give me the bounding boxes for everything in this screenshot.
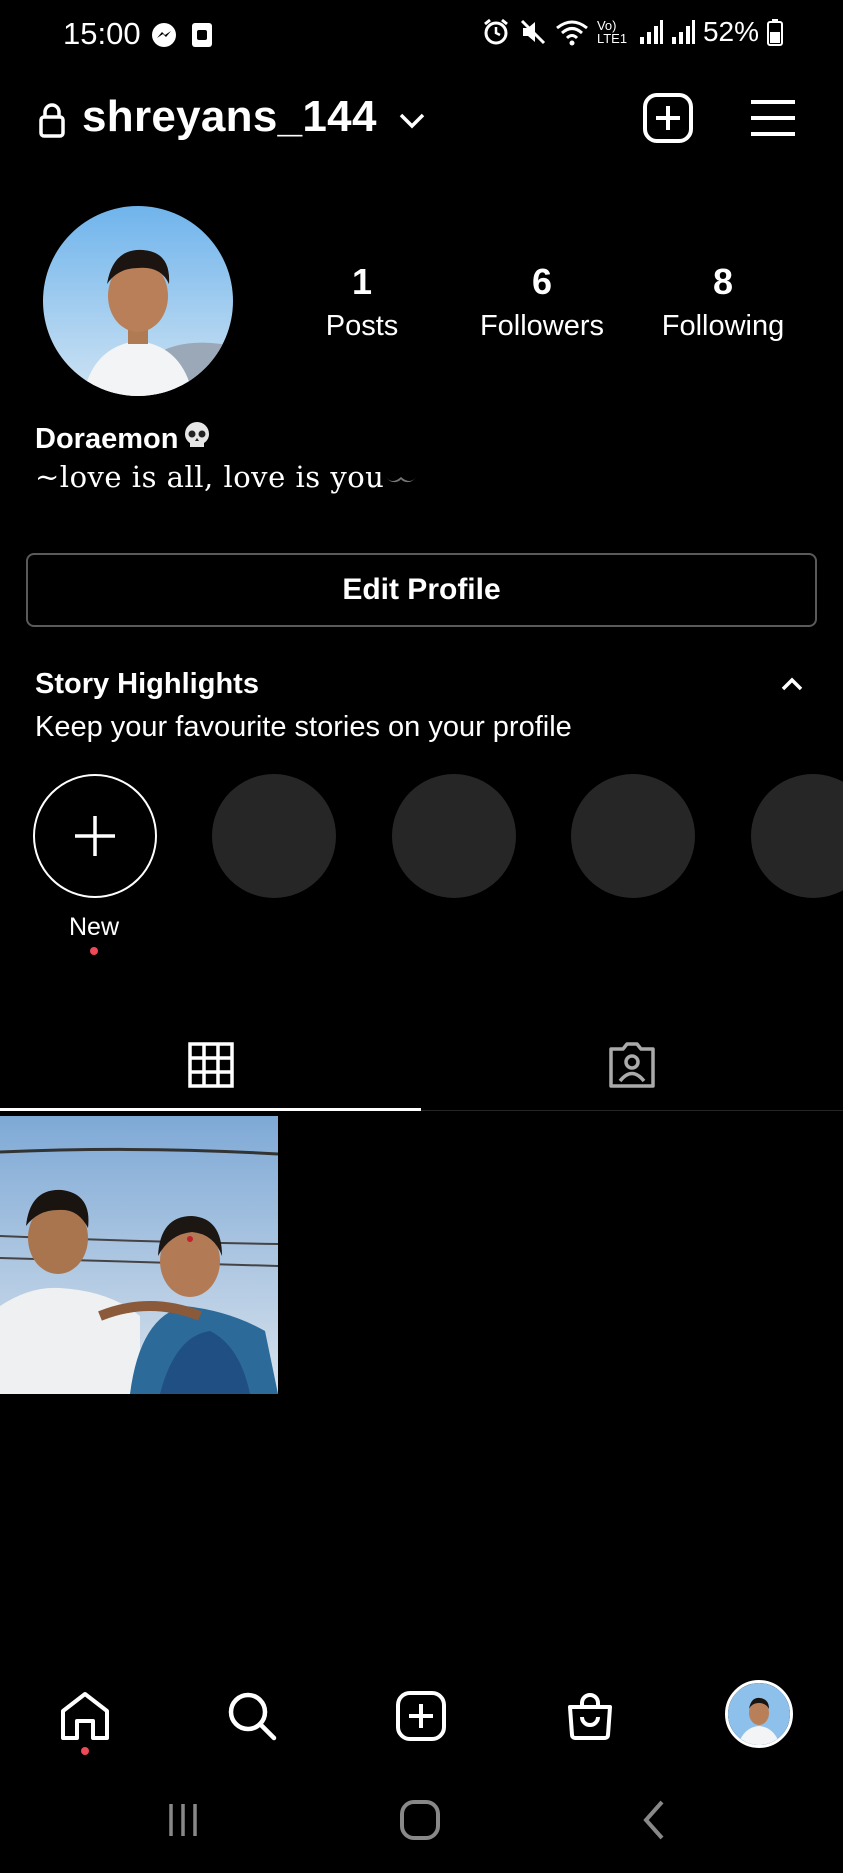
shop-icon — [568, 1693, 612, 1740]
home-icon — [61, 1692, 109, 1740]
chevron-down-icon[interactable] — [398, 112, 426, 135]
following-count: 8 — [712, 261, 734, 302]
nav-create[interactable] — [391, 1686, 451, 1746]
search-icon — [228, 1692, 277, 1741]
highlight-placeholder — [751, 774, 843, 898]
wifi-icon — [555, 18, 589, 46]
nav-home[interactable] — [55, 1686, 115, 1746]
following-stat[interactable]: 8 Following — [633, 258, 813, 343]
mute-icon — [519, 18, 547, 46]
battery-icon — [767, 18, 783, 46]
following-label: Following — [661, 310, 785, 342]
recent-apps-icon — [169, 1804, 197, 1836]
status-bar: 15:00 Vo) LTE1 52% — [0, 0, 843, 72]
signal-icon — [639, 19, 663, 45]
new-highlight-label: New — [68, 913, 119, 941]
posts-label: Posts — [325, 310, 399, 342]
new-post-icon — [643, 93, 693, 143]
post-thumbnail[interactable] — [0, 1116, 278, 1394]
display-name: Doraemon — [35, 422, 179, 455]
back-button[interactable] — [625, 1795, 685, 1845]
tab-posts-grid[interactable] — [0, 1020, 421, 1110]
lock-icon — [38, 102, 66, 143]
skull-emoji — [182, 420, 212, 458]
posts-count: 1 — [351, 261, 373, 302]
grid-icon — [187, 1042, 234, 1088]
bio-row: ~love is all, love is you — [35, 460, 418, 494]
new-post-button[interactable] — [642, 92, 694, 144]
nav-search[interactable] — [222, 1686, 282, 1746]
alarm-icon — [481, 17, 511, 47]
menu-icon — [751, 100, 795, 136]
profile-avatar[interactable] — [43, 206, 233, 396]
screenshot-icon — [191, 22, 213, 53]
nav-shop[interactable] — [560, 1686, 620, 1746]
followers-count: 6 — [531, 261, 553, 302]
display-name-row: Doraemon — [35, 420, 212, 458]
recent-apps-button[interactable] — [153, 1795, 213, 1845]
tab-tagged[interactable] — [421, 1020, 842, 1110]
active-tab-indicator — [0, 1108, 421, 1111]
profile-header: shreyans_144 — [0, 88, 843, 148]
story-highlights-title: Story Highlights — [35, 668, 259, 700]
plus-icon — [75, 816, 115, 856]
notification-dot — [90, 947, 98, 955]
status-time: 15:00 — [63, 16, 141, 51]
back-icon — [643, 1800, 664, 1840]
highlight-placeholder — [392, 774, 516, 898]
tagged-icon — [608, 1042, 655, 1088]
network-label: Vo) LTE1 — [596, 18, 628, 46]
battery-percent: 52% — [702, 16, 759, 47]
create-icon — [396, 1691, 446, 1741]
bio-text: ~love is all, love is you — [35, 460, 385, 494]
chevron-up-icon[interactable] — [780, 676, 804, 697]
new-highlight-button[interactable] — [33, 774, 157, 898]
edit-profile-button[interactable]: Edit Profile — [26, 553, 817, 627]
story-highlights-subtitle: Keep your favourite stories on your prof… — [35, 711, 572, 743]
mustache-emoji — [384, 460, 418, 494]
menu-button[interactable] — [748, 98, 798, 138]
nav-profile-avatar[interactable] — [725, 1680, 793, 1748]
posts-stat[interactable]: 1 Posts — [272, 258, 452, 343]
highlight-placeholder — [571, 774, 695, 898]
username[interactable]: shreyans_144 — [82, 92, 377, 142]
home-system-button[interactable] — [390, 1795, 450, 1845]
notification-dot — [81, 1747, 89, 1755]
home-system-icon — [400, 1800, 440, 1840]
bottom-navigation — [0, 1676, 843, 1756]
signal-icon — [671, 19, 695, 45]
followers-label: Followers — [479, 310, 605, 342]
highlight-placeholder — [212, 774, 336, 898]
followers-stat[interactable]: 6 Followers — [452, 258, 632, 343]
messenger-icon — [151, 22, 177, 53]
